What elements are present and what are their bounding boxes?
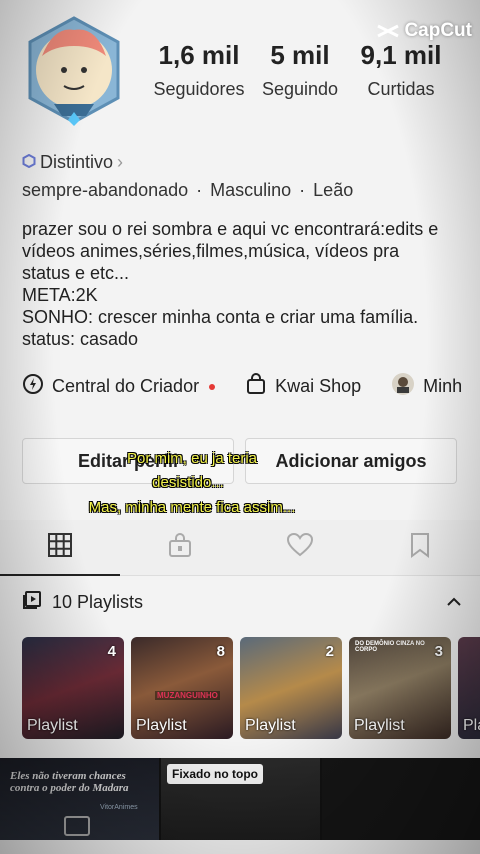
followers-label: Seguidores [153,79,245,99]
playlist-label: Playlist [136,717,187,734]
video-caption: Eles não tiveram chances contra o poder … [10,770,129,794]
profile-sign: Leão [313,180,354,200]
capcut-logo-icon [376,22,400,40]
playlist-label: Pla [463,717,480,734]
playlist-label: Playlist [27,717,78,734]
bio-line: status e etc... [22,263,130,283]
profile-username: sempre-abandonado [22,180,189,200]
grid-icon [47,532,73,563]
play-box-icon [64,816,90,836]
video-subtitle-line: Mas, minha mente fica assim... [88,499,296,516]
playlist-card[interactable]: 3 DO DEMÔNIO CINZA NO CORPO Playlist [349,637,451,739]
bio-line: prazer sou o rei sombra e aqui vc encont… [22,219,439,239]
bio-line: vídeos animes,séries,filmes,música, víde… [22,241,400,261]
following-stat[interactable]: 5 mil Seguindo [248,40,352,100]
lightning-circle-icon [22,373,44,400]
playlist-card[interactable]: 4 Playlist [22,637,124,739]
chevron-up-icon[interactable] [446,592,462,613]
playlist-card[interactable]: Pla [458,637,480,739]
profile-info-row: sempre-abandonado · Masculino · Leão [22,180,353,201]
playlist-count: 2 [325,643,334,660]
lock-bag-icon [167,532,193,563]
playlist-cards: 4 Playlist 8 MUZANGUINHO Playlist 2 Play… [22,637,480,739]
avatar-thumb-icon [391,372,415,401]
badge-link[interactable]: Distintivo › [22,152,123,173]
playlist-card[interactable]: 8 MUZANGUINHO Playlist [131,637,233,739]
video-subtitle-line: Por mim, eu ja teria [126,450,258,467]
followers-count: 1,6 mil [158,40,240,70]
following-label: Seguindo [261,79,339,99]
playlist-overlay-text: DO DEMÔNIO CINZA NO CORPO [355,641,425,653]
third-link-label: Minh [423,376,463,396]
profile-links-row: Central do Criador Kwai Shop Minh [22,372,480,401]
creator-center-link[interactable]: Central do Criador [22,373,216,400]
chevron-right-icon: › [117,152,124,172]
bio-line: status: casado [22,329,139,349]
separator-dot: · [196,180,203,200]
likes-label: Curtidas [367,79,435,99]
badge-label: Distintivo [40,152,114,172]
capcut-watermark: CapCut [376,20,472,42]
profile-bio: prazer sou o rei sombra e aqui vc encont… [22,218,462,350]
tab-private[interactable] [120,520,240,575]
playlist-label: Playlist [245,717,296,734]
bookmark-icon [409,532,431,563]
hexagon-badge-icon [22,152,36,173]
playlists-title: 10 Playlists [52,592,144,612]
separator-dot: · [299,180,306,200]
watermark-text: CapCut [404,20,472,41]
followers-stat[interactable]: 1,6 mil Seguidores [150,40,248,100]
likes-count: 9,1 mil [360,40,442,70]
bio-line: SONHO: crescer minha conta e criar uma f… [22,307,419,327]
third-link[interactable]: Minh [391,372,462,401]
bottom-nav [0,840,480,854]
bio-line: META:2K [22,285,98,305]
profile-stats: 1,6 mil Seguidores 5 mil Seguindo 9,1 mi… [150,40,450,100]
kwai-shop-link[interactable]: Kwai Shop [245,373,361,400]
likes-stat[interactable]: 9,1 mil Curtidas [352,40,450,100]
playlist-overlay-text: MUZANGUINHO [155,691,220,700]
playlist-count: 8 [216,643,225,660]
tab-videos[interactable] [0,520,120,576]
playlist-count: 3 [434,643,443,660]
playlist-icon [22,590,42,615]
profile-gender: Masculino [210,180,292,200]
shopping-bag-icon [245,373,267,400]
video-channel: VitorAnimes [100,804,138,811]
heart-icon [286,532,314,563]
following-count: 5 mil [270,40,330,70]
pinned-badge: Fixado no topo [167,764,263,784]
playlist-card[interactable]: 2 Playlist [240,637,342,739]
tab-liked[interactable] [240,520,360,575]
avatar[interactable] [24,16,124,126]
tab-saved[interactable] [360,520,480,575]
notification-dot [209,383,216,390]
video-subtitle-line: desistido... [152,474,224,491]
playlist-label: Playlist [354,717,405,734]
playlist-count: 4 [107,643,116,660]
creator-center-label: Central do Criador [52,376,200,396]
kwai-shop-label: Kwai Shop [275,376,362,396]
playlists-header[interactable]: 10 Playlists [22,590,462,615]
content-tabs [0,520,480,576]
